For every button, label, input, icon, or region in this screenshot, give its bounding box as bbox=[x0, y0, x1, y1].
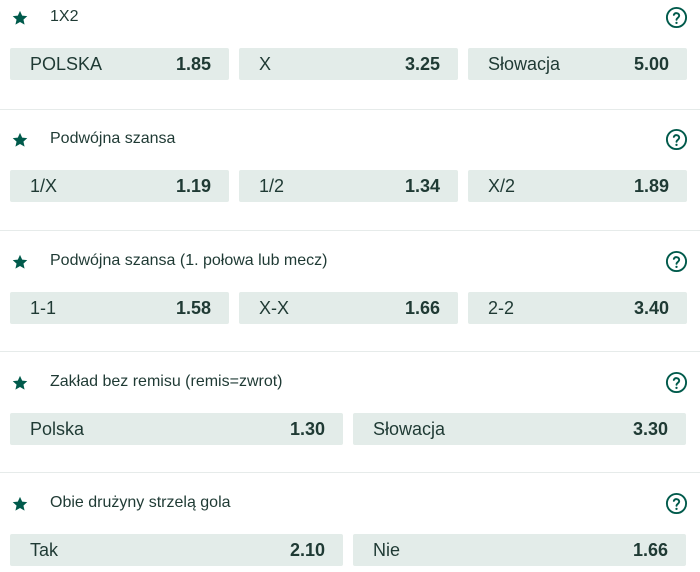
odd-button-x-x[interactable]: X-X 1.66 bbox=[239, 292, 458, 324]
question-circle-icon[interactable] bbox=[665, 371, 688, 394]
odd-value: 1.30 bbox=[289, 418, 325, 439]
odd-button-2-2[interactable]: 2-2 3.40 bbox=[468, 292, 687, 324]
odd-value: 1.66 bbox=[632, 539, 668, 560]
odd-label: X bbox=[259, 53, 272, 74]
market-title: Zakład bez remisu (remis=zwrot) bbox=[50, 373, 283, 390]
odd-label: POLSKA bbox=[30, 53, 103, 74]
star-icon[interactable] bbox=[11, 495, 29, 513]
market-title: Obie drużyny strzelą gola bbox=[50, 494, 231, 511]
odd-label: X-X bbox=[259, 297, 290, 318]
odd-value: 5.00 bbox=[633, 53, 669, 74]
divider bbox=[0, 230, 700, 231]
odd-button-1[interactable]: POLSKA 1.85 bbox=[10, 48, 229, 80]
odd-value: 3.25 bbox=[404, 53, 440, 74]
odd-label: 2-2 bbox=[488, 297, 515, 318]
market-header: Obie drużyny strzelą gola bbox=[0, 486, 700, 522]
star-icon[interactable] bbox=[11, 9, 29, 27]
odd-label: Tak bbox=[30, 539, 59, 560]
market-header: Zakład bez remisu (remis=zwrot) bbox=[0, 365, 700, 401]
odd-value: 1.85 bbox=[175, 53, 211, 74]
odd-button-1x[interactable]: 1/X 1.19 bbox=[10, 170, 229, 202]
odd-label: 1-1 bbox=[30, 297, 57, 318]
question-circle-icon[interactable] bbox=[665, 6, 688, 29]
odd-button-home[interactable]: Polska 1.30 bbox=[10, 413, 343, 445]
odd-label: Polska bbox=[30, 418, 85, 439]
odd-label: 1/X bbox=[30, 175, 58, 196]
odds-row: 1/X 1.19 1/2 1.34 X/2 1.89 bbox=[10, 170, 687, 202]
odd-value: 2.10 bbox=[289, 539, 325, 560]
star-icon[interactable] bbox=[11, 131, 29, 149]
odd-value: 1.89 bbox=[633, 175, 669, 196]
market-header: Podwójna szansa (1. połowa lub mecz) bbox=[0, 244, 700, 280]
odd-button-x2[interactable]: X/2 1.89 bbox=[468, 170, 687, 202]
divider bbox=[0, 109, 700, 110]
market-title: Podwójna szansa (1. połowa lub mecz) bbox=[50, 252, 328, 269]
market-header: Podwójna szansa bbox=[0, 122, 700, 158]
odd-button-2[interactable]: Słowacja 5.00 bbox=[468, 48, 687, 80]
odd-button-x[interactable]: X 3.25 bbox=[239, 48, 458, 80]
market-title: 1X2 bbox=[50, 8, 79, 25]
odds-row: 1-1 1.58 X-X 1.66 2-2 3.40 bbox=[10, 292, 687, 324]
odd-value: 3.40 bbox=[633, 297, 669, 318]
divider bbox=[0, 472, 700, 473]
odds-row: Tak 2.10 Nie 1.66 bbox=[10, 534, 687, 566]
odds-row: Polska 1.30 Słowacja 3.30 bbox=[10, 413, 687, 445]
odd-label: X/2 bbox=[488, 175, 516, 196]
odd-label: Nie bbox=[373, 539, 401, 560]
odd-label: Słowacja bbox=[373, 418, 446, 439]
question-circle-icon[interactable] bbox=[665, 250, 688, 273]
odd-value: 1.66 bbox=[404, 297, 440, 318]
divider bbox=[0, 351, 700, 352]
odd-label: Słowacja bbox=[488, 53, 561, 74]
star-icon[interactable] bbox=[11, 253, 29, 271]
odd-value: 1.58 bbox=[175, 297, 211, 318]
question-circle-icon[interactable] bbox=[665, 128, 688, 151]
odd-button-no[interactable]: Nie 1.66 bbox=[353, 534, 686, 566]
question-circle-icon[interactable] bbox=[665, 492, 688, 515]
odd-value: 1.34 bbox=[404, 175, 440, 196]
star-icon[interactable] bbox=[11, 374, 29, 392]
odd-value: 1.19 bbox=[175, 175, 211, 196]
odd-button-1-1[interactable]: 1-1 1.58 bbox=[10, 292, 229, 324]
odd-button-12[interactable]: 1/2 1.34 bbox=[239, 170, 458, 202]
odd-value: 3.30 bbox=[632, 418, 668, 439]
odd-label: 1/2 bbox=[259, 175, 285, 196]
odds-row: POLSKA 1.85 X 3.25 Słowacja 5.00 bbox=[10, 48, 687, 80]
odd-button-yes[interactable]: Tak 2.10 bbox=[10, 534, 343, 566]
market-header: 1X2 bbox=[0, 0, 700, 36]
market-title: Podwójna szansa bbox=[50, 130, 176, 147]
odd-button-away[interactable]: Słowacja 3.30 bbox=[353, 413, 686, 445]
